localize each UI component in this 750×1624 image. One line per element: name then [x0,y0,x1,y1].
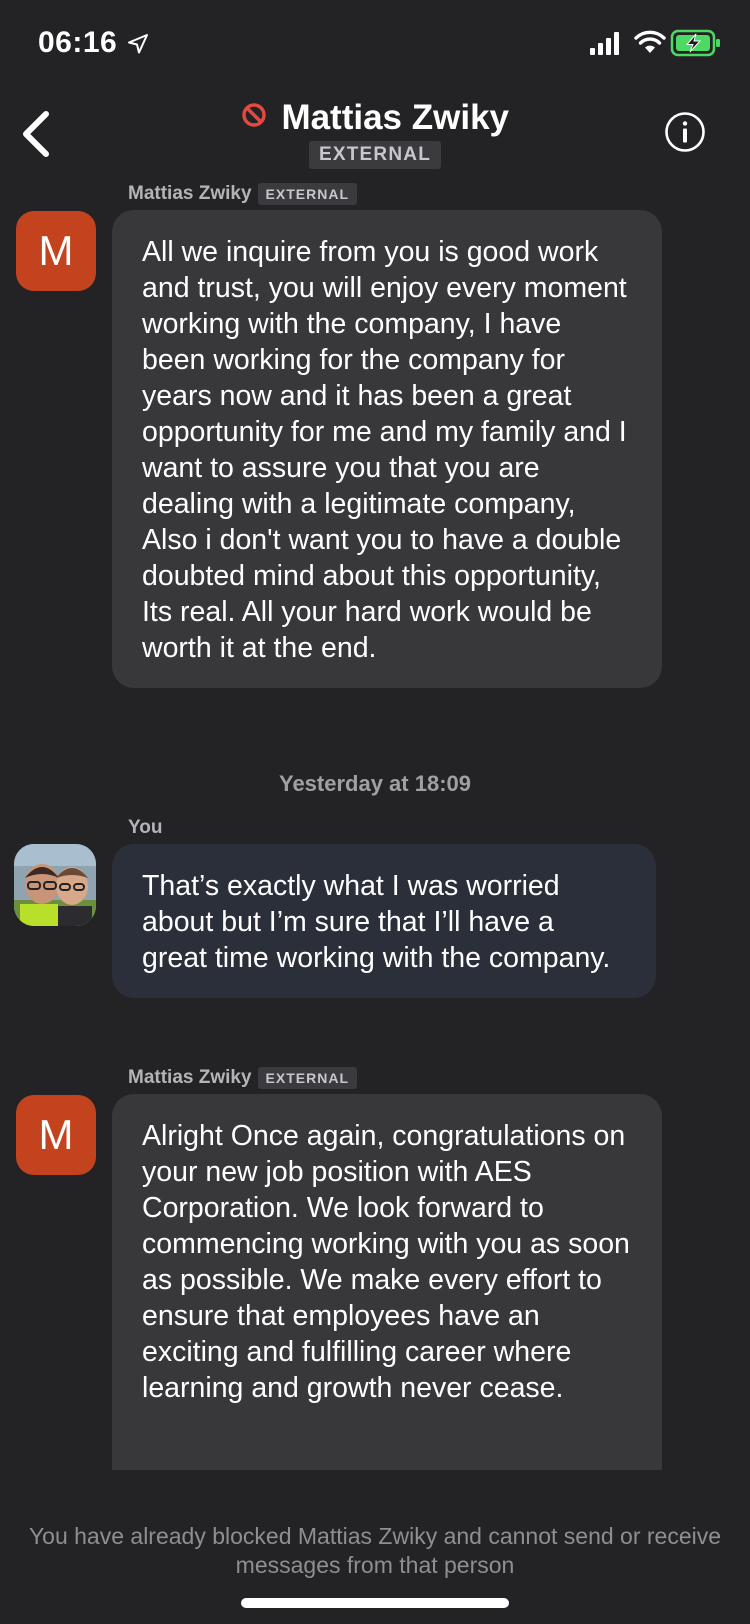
blocked-icon [242,103,266,127]
message-bubble[interactable]: All we inquire from you is good work and… [112,210,662,688]
chat-header: Mattias Zwiky [0,98,750,138]
sender-name: You [128,817,163,838]
battery-charging-icon [670,29,720,57]
message-sender-row: Mattias Zwiky EXTERNAL [128,1066,357,1090]
message-timestamp: Yesterday at 18:09 [278,771,472,796]
location-arrow-icon [128,34,148,54]
cellular-signal-icon [590,32,619,55]
message-sender-row: Mattias Zwiky EXTERNAL [128,182,357,206]
message-bubble[interactable]: That’s exactly what I was worried about … [112,844,656,998]
avatar-photo-icon [14,844,96,926]
external-badge: EXTERNAL [257,183,357,205]
message-sender-row: You [128,816,162,840]
avatar[interactable] [14,844,96,926]
contact-name[interactable]: Mattias Zwiky [281,98,509,138]
external-badge: EXTERNAL [257,1067,357,1089]
avatar[interactable]: M [16,1095,96,1175]
avatar[interactable]: M [16,211,96,291]
sender-name: Mattias Zwiky [128,183,252,204]
external-badge: EXTERNAL [309,141,441,169]
wifi-icon [634,30,666,53]
info-button[interactable] [664,111,706,153]
home-indicator[interactable] [241,1598,509,1608]
sender-name: Mattias Zwiky [128,1067,252,1088]
message-bubble[interactable]: Alright Once again, congratulations on y… [112,1094,662,1480]
status-time: 06:16 [38,26,118,59]
status-bar: 06:16 [0,0,750,92]
blocked-notice: You have already blocked Mattias Zwiky a… [28,1523,722,1578]
